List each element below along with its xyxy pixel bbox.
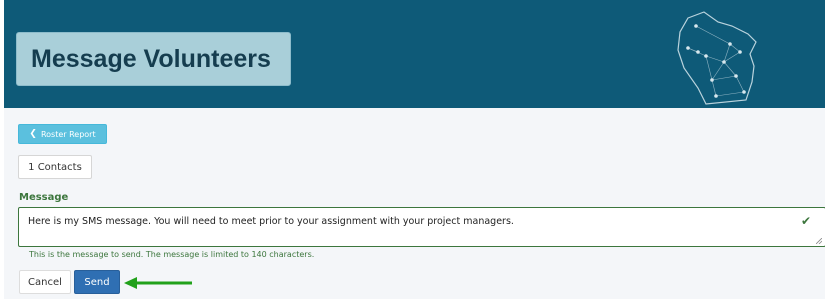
message-help-text: This is the message to send. The message… [29,250,315,259]
green-arrow-icon [124,277,192,289]
message-textarea[interactable]: Here is my SMS message. You will need to… [18,207,825,247]
chevron-left-icon: ❮ [29,129,37,139]
resize-handle-icon[interactable] [816,238,822,244]
roster-report-button[interactable]: ❮ Roster Report [18,124,107,144]
cancel-button[interactable]: Cancel [19,270,71,294]
checkmark-icon: ✔ [800,214,811,228]
message-label: Message [19,192,69,203]
message-text: Here is my SMS message. You will need to… [28,216,514,227]
page-title: Message Volunteers [16,32,291,86]
contacts-count-button[interactable]: 1 Contacts [18,155,92,179]
send-button[interactable]: Send [74,270,120,294]
wisconsin-network-map-icon [677,11,757,105]
roster-report-label: Roster Report [40,129,96,139]
main-content [4,108,825,299]
